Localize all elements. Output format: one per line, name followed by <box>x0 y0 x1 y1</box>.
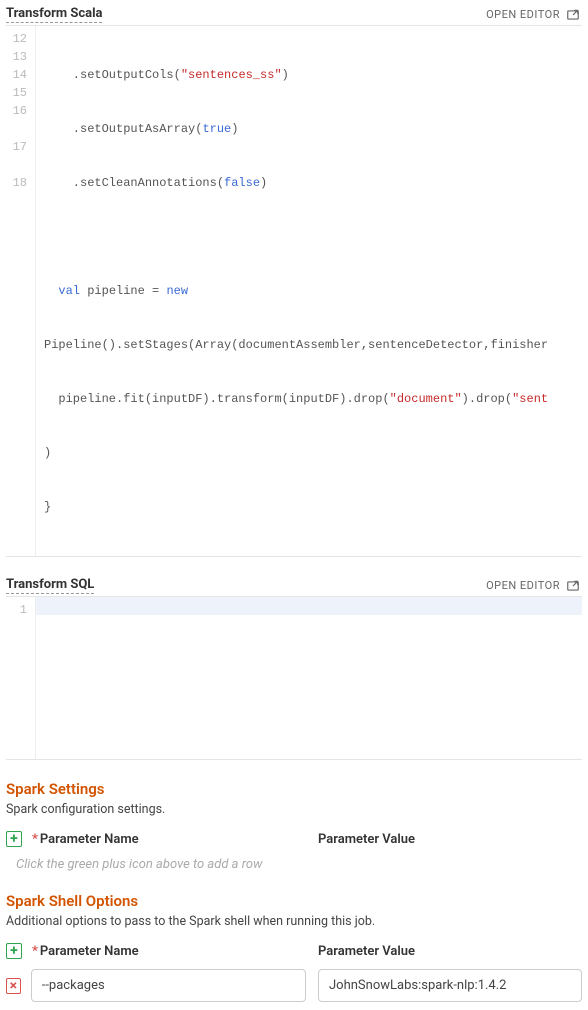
sql-code-editor[interactable]: 1 <box>6 596 582 760</box>
transform-scala-title: Transform Scala <box>6 6 102 23</box>
spark-settings-desc: Spark configuration settings. <box>6 802 582 817</box>
empty-state-hint: Click the green plus icon above to add a… <box>16 857 582 872</box>
open-editor-label: OPEN EDITOR <box>486 8 560 21</box>
param-name-header: *Parameter Name <box>32 944 139 959</box>
spark-shell-heading: Spark Shell Options <box>6 892 582 910</box>
scala-gutter: 12 13 14 15 16 17 18 <box>6 26 36 556</box>
delete-row-button[interactable]: × <box>6 978 21 994</box>
add-row-button[interactable]: + <box>6 831 22 847</box>
open-window-icon <box>566 8 580 22</box>
spark-settings-heading: Spark Settings <box>6 780 582 798</box>
scala-code-editor[interactable]: 12 13 14 15 16 17 18 .setOutputCols("sen… <box>6 25 582 557</box>
sql-active-line <box>36 597 582 615</box>
param-name-header: *Parameter Name <box>32 832 139 847</box>
param-name-input[interactable] <box>31 969 306 1002</box>
spark-shell-desc: Additional options to pass to the Spark … <box>6 914 582 929</box>
sql-gutter: 1 <box>6 597 36 759</box>
param-value-header: Parameter Value <box>318 944 582 959</box>
add-row-button[interactable]: + <box>6 943 22 959</box>
open-editor-sql-button[interactable]: OPEN EDITOR <box>486 579 580 593</box>
open-window-icon <box>566 579 580 593</box>
param-value-input[interactable] <box>318 969 582 1002</box>
scala-code-body: .setOutputCols("sentences_ss") .setOutpu… <box>36 26 582 556</box>
open-editor-label: OPEN EDITOR <box>486 579 560 592</box>
param-row: × <box>6 969 582 1002</box>
transform-sql-title: Transform SQL <box>6 577 94 594</box>
param-value-header: Parameter Value <box>318 832 582 847</box>
open-editor-scala-button[interactable]: OPEN EDITOR <box>486 8 580 22</box>
